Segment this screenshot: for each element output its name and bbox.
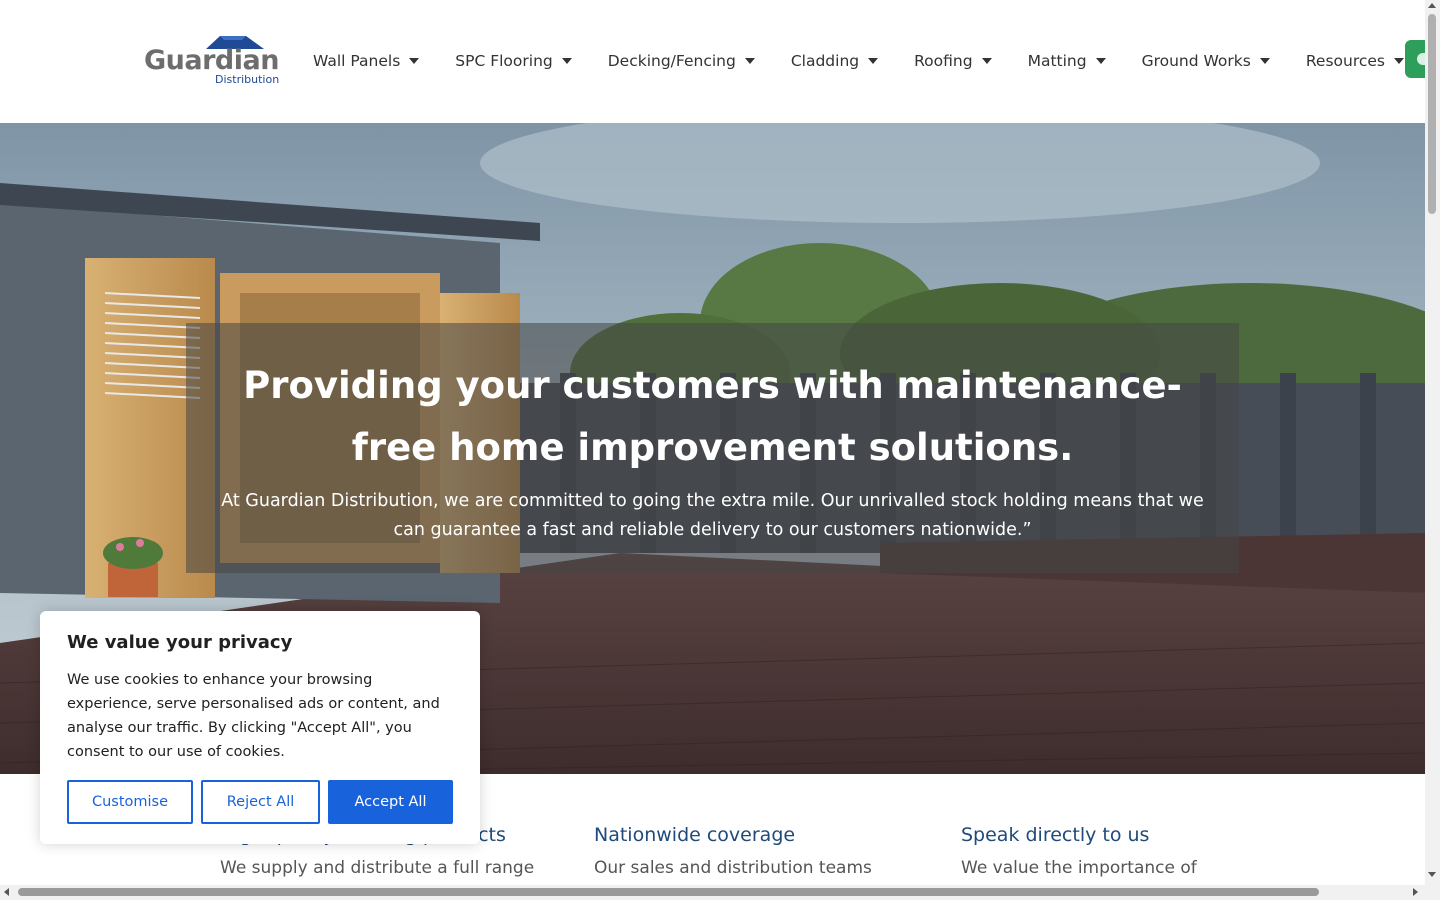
header-cta-button[interactable] [1405,40,1427,78]
nav-item-label: Decking/Fencing [607,52,736,70]
vertical-scroll-thumb[interactable] [1428,14,1436,214]
accept-all-button[interactable]: Accept All [328,780,453,824]
nav-item-spc-flooring[interactable]: SPC Flooring [455,49,572,73]
hero-title: Providing your customers with maintenanc… [243,364,1182,469]
feature-coverage: Nationwide coverage Our sales and distri… [594,824,872,878]
nav-item-ground-works[interactable]: Ground Works [1142,49,1270,73]
feature-title[interactable]: Speak directly to us [961,824,1197,846]
nav-item-label: Matting [1027,52,1087,70]
nav-item-label: Cladding [790,52,860,70]
feature-text: Our sales and distribution teams [594,858,872,878]
feature-text: We value the importance of [961,858,1197,878]
nav-item-roofing[interactable]: Roofing [914,49,992,73]
nav-item-label: Wall Panels [313,52,401,70]
logo-wordmark: Guardian [144,45,279,76]
site-header: Guardian Distribution Wall Panels SPC Fl… [0,0,1427,123]
nav-item-wall-panels[interactable]: Wall Panels [313,49,420,73]
caret-down-icon [409,58,420,64]
horizontal-scroll-thumb[interactable] [18,888,1319,896]
caret-down-icon [744,58,755,64]
scroll-left-arrow-icon[interactable] [4,888,9,896]
main-nav: Wall Panels SPC Flooring Decking/Fencing… [313,49,1405,73]
scroll-right-arrow-icon[interactable] [1413,888,1418,896]
feature-text: We supply and distribute a full range [220,858,535,878]
nav-item-matting[interactable]: Matting [1028,49,1106,73]
caret-down-icon [1394,58,1405,64]
nav-item-label: Resources [1305,52,1386,70]
feature-title[interactable]: Nationwide coverage [594,824,872,846]
caret-down-icon [561,58,572,64]
cookie-text: We use cookies to enhance your browsing … [67,672,440,760]
hero-text: At Guardian Distribution, we are committ… [221,491,1204,540]
nav-item-label: Ground Works [1141,52,1251,70]
scroll-up-arrow-icon[interactable] [1428,3,1436,8]
reject-all-button[interactable]: Reject All [201,780,320,824]
customise-button[interactable]: Customise [67,780,193,824]
logo-subtitle: Distribution [215,73,280,86]
guardian-logo[interactable]: Guardian Distribution [144,36,279,88]
caret-down-icon [1259,58,1270,64]
nav-item-cladding[interactable]: Cladding [790,49,879,73]
horizontal-scrollbar[interactable] [0,885,1440,900]
caret-down-icon [981,58,992,64]
cookie-title: We value your privacy [67,632,293,653]
nav-item-label: SPC Flooring [455,52,553,70]
caret-down-icon [868,58,879,64]
cookie-consent-banner: We value your privacy We use cookies to … [40,611,480,844]
feature-contact: Speak directly to us We value the import… [961,824,1197,878]
scroll-down-arrow-icon[interactable] [1428,872,1436,877]
nav-item-resources[interactable]: Resources [1305,49,1405,73]
caret-down-icon [1095,58,1106,64]
nav-item-decking-fencing[interactable]: Decking/Fencing [608,49,755,73]
nav-item-label: Roofing [914,52,973,70]
vertical-scrollbar[interactable] [1425,0,1440,885]
